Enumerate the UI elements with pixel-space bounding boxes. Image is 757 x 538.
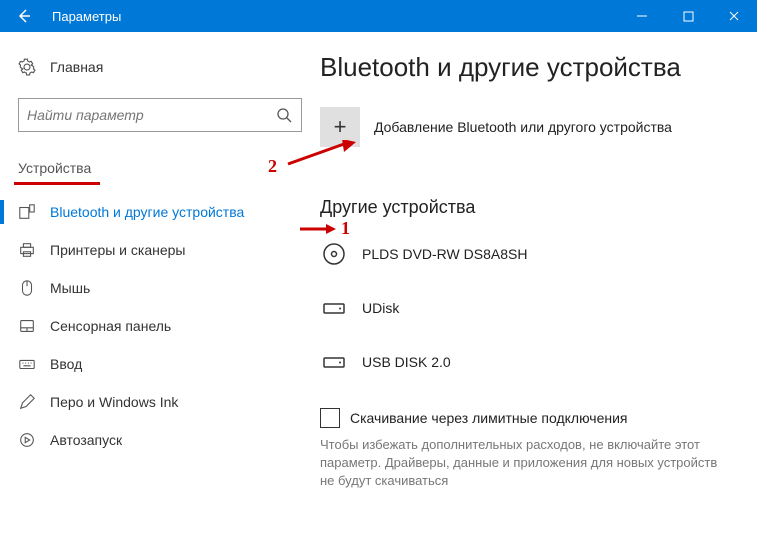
nav-item-bluetooth[interactable]: Bluetooth и другие устройства — [0, 193, 320, 231]
printer-icon — [18, 241, 36, 259]
maximize-button[interactable] — [665, 0, 711, 32]
nav-item-pen[interactable]: Перо и Windows Ink — [0, 383, 320, 421]
window-controls — [619, 0, 757, 32]
drive-icon — [320, 294, 348, 322]
metered-description: Чтобы избежать дополнительных расходов, … — [320, 436, 741, 491]
search-icon — [275, 106, 293, 124]
minimize-button[interactable] — [619, 0, 665, 32]
page-heading: Bluetooth и другие устройства — [320, 52, 741, 83]
sidebar: Главная Устройства Bluetooth и другие ус… — [0, 32, 320, 538]
drive-icon — [320, 348, 348, 376]
gear-icon — [18, 58, 36, 76]
back-button[interactable] — [0, 0, 48, 32]
titlebar: Параметры — [0, 0, 757, 32]
nav-list: Bluetooth и другие устройства Принтеры и… — [0, 193, 320, 459]
checkbox-icon[interactable] — [320, 408, 340, 428]
nav-label: Автозапуск — [50, 432, 122, 448]
device-row[interactable]: USB DISK 2.0 — [320, 340, 741, 394]
nav-item-touchpad[interactable]: Сенсорная панель — [0, 307, 320, 345]
touchpad-icon — [18, 317, 36, 335]
maximize-icon — [683, 11, 694, 22]
device-row[interactable]: UDisk — [320, 286, 741, 340]
add-device-label: Добавление Bluetooth или другого устройс… — [374, 119, 672, 135]
nav-item-mouse[interactable]: Мышь — [0, 269, 320, 307]
nav-label: Ввод — [50, 356, 82, 372]
home-label: Главная — [50, 59, 103, 75]
device-row[interactable]: PLDS DVD-RW DS8A8SH — [320, 232, 741, 286]
nav-item-typing[interactable]: Ввод — [0, 345, 320, 383]
mouse-icon — [18, 279, 36, 297]
nav-label: Перо и Windows Ink — [50, 394, 178, 410]
device-label: PLDS DVD-RW DS8A8SH — [362, 246, 527, 262]
nav-label: Принтеры и сканеры — [50, 242, 185, 258]
nav-item-printers[interactable]: Принтеры и сканеры — [0, 231, 320, 269]
search-box[interactable] — [18, 98, 302, 132]
search-input[interactable] — [27, 107, 275, 123]
arrow-left-icon — [16, 8, 32, 24]
main-panel: Bluetooth и другие устройства + Добавлен… — [320, 32, 757, 538]
close-button[interactable] — [711, 0, 757, 32]
devices-icon — [18, 203, 36, 221]
metered-label: Скачивание через лимитные подключения — [350, 410, 627, 426]
add-device-button[interactable]: + Добавление Bluetooth или другого устро… — [320, 107, 741, 147]
home-link[interactable]: Главная — [0, 50, 320, 84]
close-icon — [728, 10, 740, 22]
keyboard-icon — [18, 355, 36, 373]
disc-icon — [320, 240, 348, 268]
autoplay-icon — [18, 431, 36, 449]
nav-label: Bluetooth и другие устройства — [50, 204, 244, 220]
plus-icon: + — [320, 107, 360, 147]
device-label: UDisk — [362, 300, 399, 316]
window-title: Параметры — [48, 9, 619, 24]
metered-checkbox-row[interactable]: Скачивание через лимитные подключения — [320, 408, 741, 428]
annotation-underline — [14, 182, 100, 185]
pen-icon — [18, 393, 36, 411]
section-label: Устройства — [0, 132, 320, 182]
minimize-icon — [636, 10, 648, 22]
other-devices-heading: Другие устройства — [320, 197, 741, 218]
nav-label: Мышь — [50, 280, 90, 296]
nav-item-autoplay[interactable]: Автозапуск — [0, 421, 320, 459]
nav-label: Сенсорная панель — [50, 318, 171, 334]
device-label: USB DISK 2.0 — [362, 354, 451, 370]
